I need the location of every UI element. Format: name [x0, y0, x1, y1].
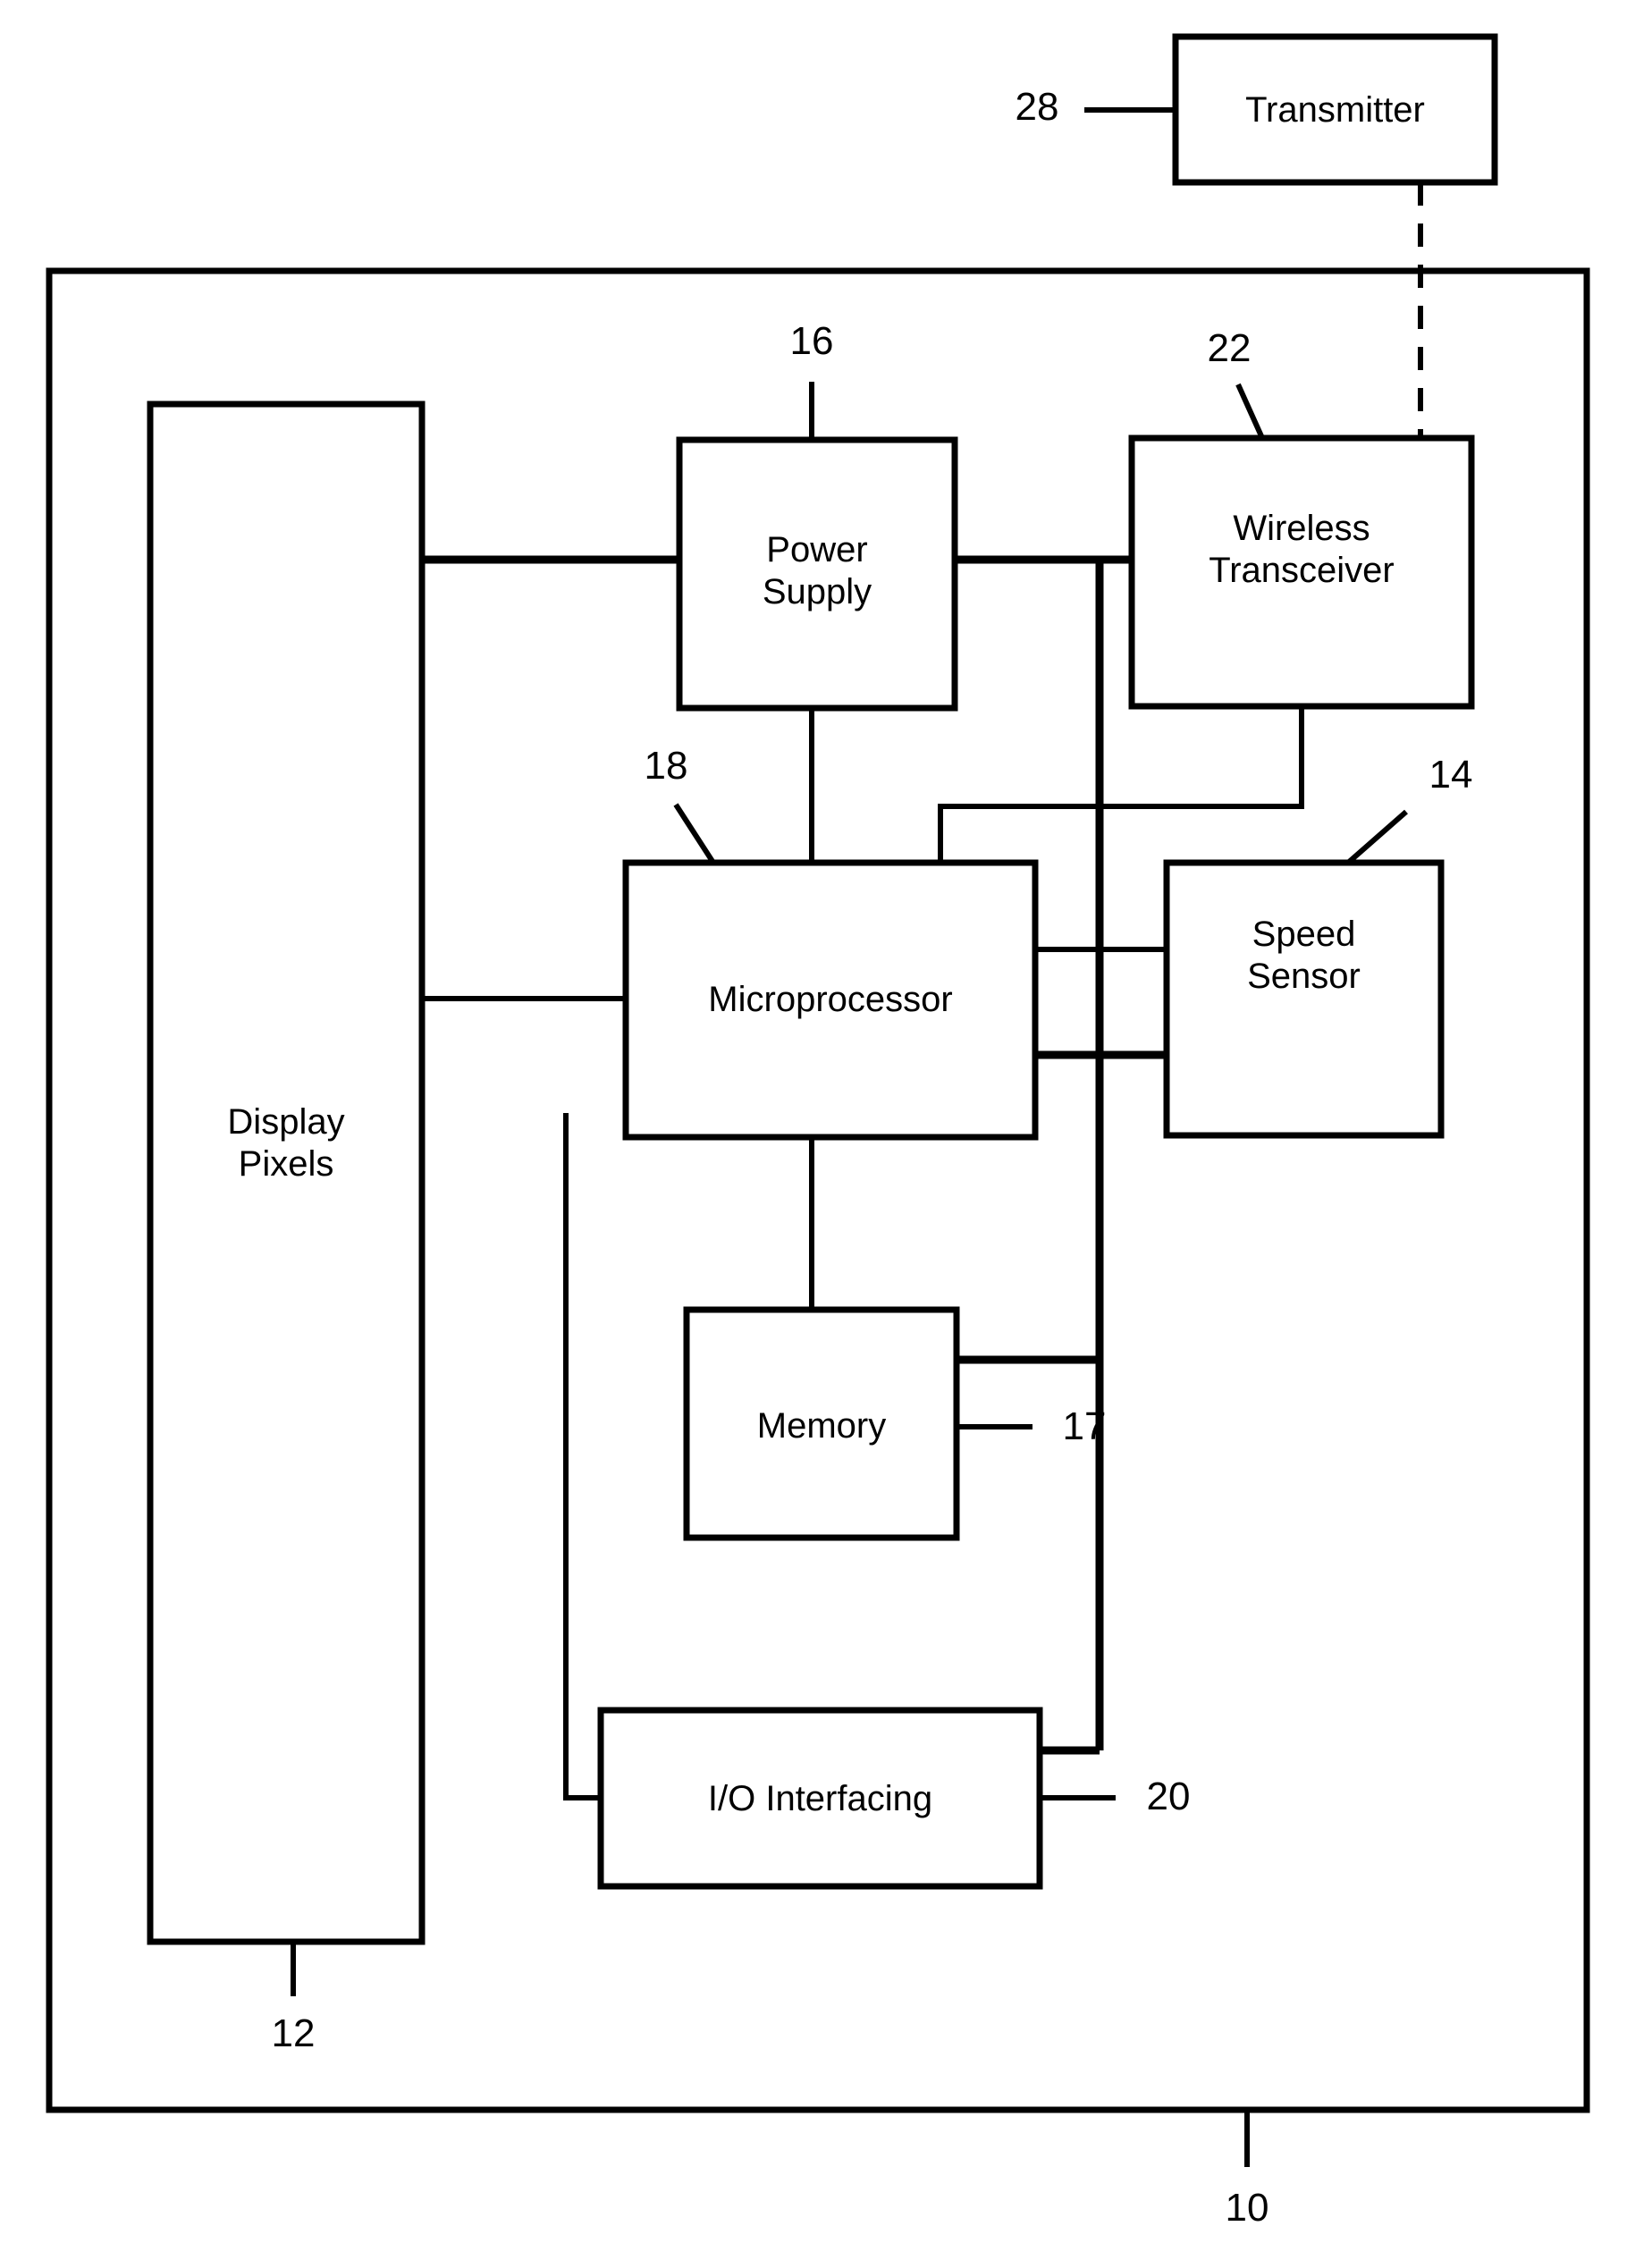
reference-numeral-10: 10 — [1225, 2186, 1269, 2230]
wire-transceiver-to-microprocessor — [938, 706, 1304, 863]
reference-numeral-12: 12 — [271, 2011, 316, 2055]
reference-numeral-18: 18 — [644, 744, 688, 788]
reference-numeral-17: 17 — [1062, 1404, 1107, 1448]
transmitter-box-outline — [1172, 33, 1498, 186]
reference-numeral-20: 20 — [1146, 1775, 1191, 1818]
leader-line-18 — [673, 803, 716, 864]
io-interfacing-box-outline — [597, 1707, 1043, 1890]
wireless-transceiver-box-outline — [1128, 434, 1475, 710]
display-pixels-box-outline — [147, 401, 426, 1945]
reference-numeral-22: 22 — [1207, 326, 1252, 370]
wire-microprocessor-to-io-interfacing — [563, 1113, 601, 1800]
reference-numeral-16: 16 — [789, 319, 834, 363]
memory-box-outline — [683, 1306, 960, 1541]
leader-line-14 — [1346, 809, 1408, 865]
reference-numeral-14: 14 — [1429, 753, 1473, 797]
device-enclosure-outline — [46, 267, 1590, 2113]
leader-line-22 — [1235, 383, 1265, 440]
microprocessor-box-outline — [622, 859, 1039, 1141]
power-supply-box-outline — [676, 436, 958, 712]
reference-numeral-28: 28 — [1015, 85, 1059, 129]
figure-canvas: Transmitter Power Supply Wireless Transc… — [0, 0, 1652, 2260]
speed-sensor-box-outline — [1163, 859, 1445, 1139]
